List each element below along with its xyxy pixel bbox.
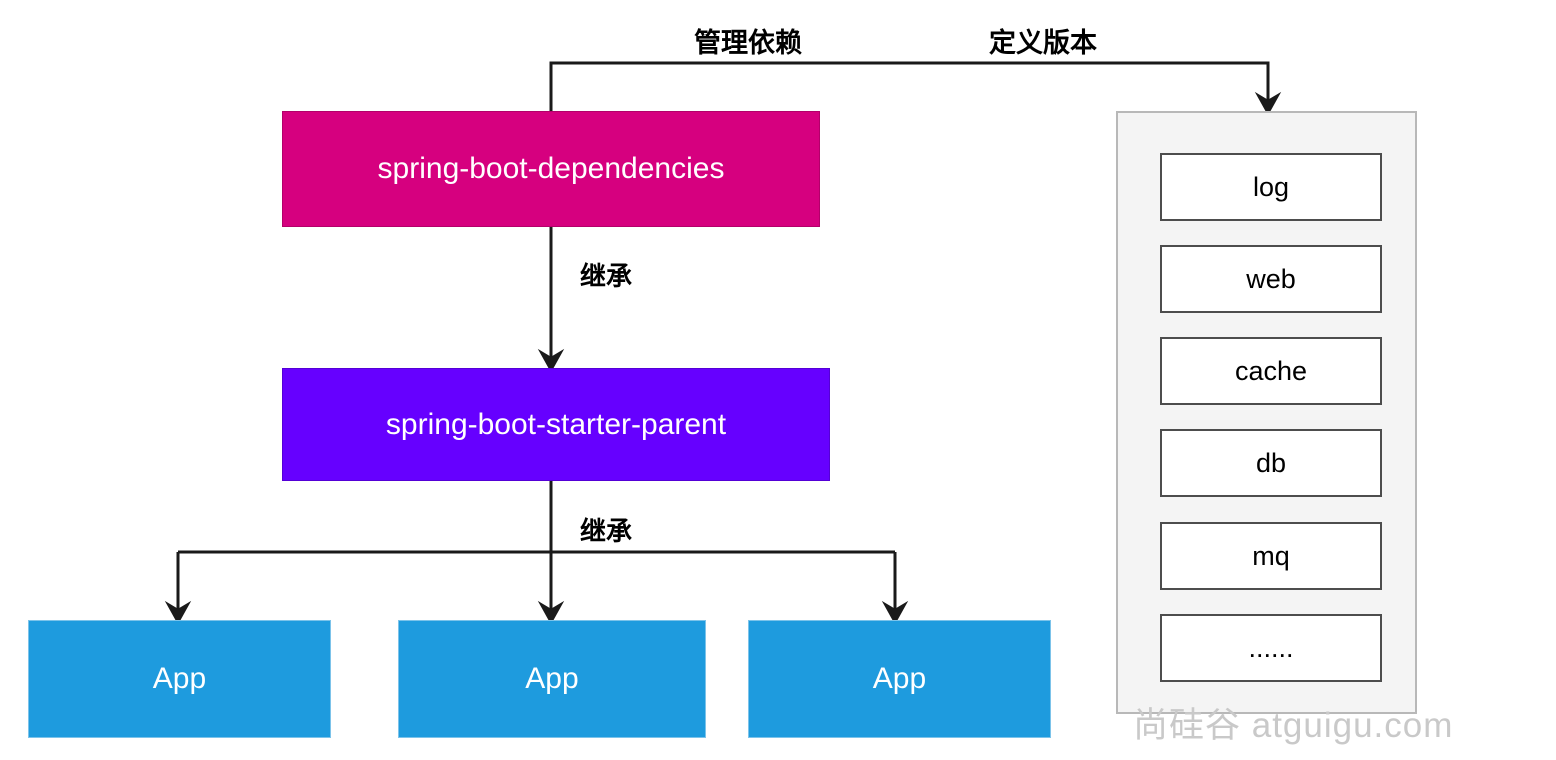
node-spring-boot-dependencies: spring-boot-dependencies — [282, 111, 820, 227]
panel-item-log: log — [1160, 153, 1382, 221]
diagram-canvas: 管理依赖 定义版本 继承 继承 spring-boot-dependencies… — [0, 0, 1556, 760]
panel-item-mq: mq — [1160, 522, 1382, 590]
starter-panel: log web cache db mq ...... — [1116, 111, 1417, 714]
node-app-3: App — [748, 620, 1051, 738]
node-app-2: App — [398, 620, 706, 738]
edge-dependencies-to-panel — [549, 61, 1282, 116]
watermark: 尚硅谷 atguigu.com — [1133, 706, 1454, 745]
edge-label-inherit-parent-to-apps: 继承 — [580, 516, 633, 546]
edge-label-manage-dependency: 管理依赖 — [694, 28, 802, 58]
edge-label-inherit-dependencies-to-parent: 继承 — [580, 261, 633, 291]
panel-item-cache: cache — [1160, 337, 1382, 405]
node-spring-boot-starter-parent: spring-boot-starter-parent — [282, 368, 830, 481]
edge-label-define-version: 定义版本 — [989, 28, 1097, 58]
node-app-1: App — [28, 620, 331, 738]
panel-item-ellipsis: ...... — [1160, 614, 1382, 682]
panel-item-web: web — [1160, 245, 1382, 313]
panel-item-db: db — [1160, 429, 1382, 497]
